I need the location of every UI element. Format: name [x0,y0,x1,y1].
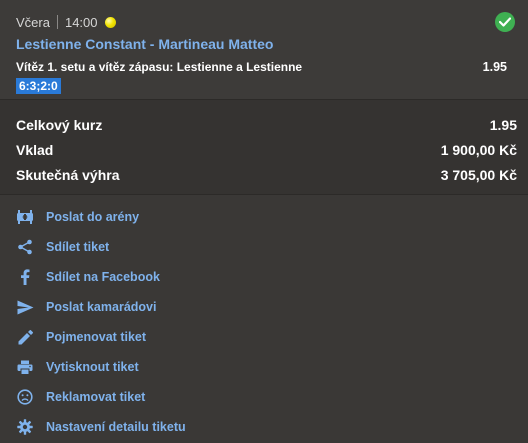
total-odds-value: 1.95 [489,117,517,133]
claim-ticket-action[interactable]: Reklamovat tiket [16,382,528,412]
send-icon [16,298,34,316]
claim-ticket-label: Reklamovat tiket [46,390,146,404]
tennis-ball-icon [104,16,116,28]
bet-time: 14:00 [64,14,98,30]
ticket-detail-settings-action[interactable]: Nastavení detailu tiketu [16,412,528,442]
bet-day: Včera [16,14,50,30]
send-to-arena-label: Poslat do arény [46,210,140,224]
ticket-actions: Poslat do arény Sdílet tiket Sdílet na F… [0,195,528,443]
stake-label: Vklad [16,142,54,158]
win-row: Skutečná výhra 3 705,00 Kč [16,167,517,192]
meta-divider [56,15,58,29]
share-ticket-label: Sdílet tiket [46,240,110,254]
bet-odd: 1.95 [482,60,507,74]
bet-item: Včera 14:00 Lestienne Constant - Martine… [0,0,528,100]
share-facebook-label: Sdílet na Facebook [46,270,160,284]
send-to-arena-action[interactable]: Poslat do arény [16,202,528,232]
print-ticket-action[interactable]: Vytisknout tiket [16,352,528,382]
gear-icon [16,418,34,436]
sad-face-icon [16,388,34,406]
match-link[interactable]: Lestienne Constant - Martineau Matteo [16,36,512,54]
win-label: Skutečná výhra [16,167,120,183]
pencil-icon [16,328,34,346]
send-to-friend-label: Poslat kamarádovi [46,300,157,314]
total-odds-label: Celkový kurz [16,117,103,133]
print-ticket-label: Vytisknout tiket [46,360,139,374]
ticket-detail-settings-label: Nastavení detailu tiketu [46,420,186,434]
rename-ticket-label: Pojmenovat tiket [46,330,147,344]
share-ticket-action[interactable]: Sdílet tiket [16,232,528,262]
stake-value: 1 900,00 Kč [440,142,517,158]
share-icon [16,238,34,256]
printer-icon [16,358,34,376]
score-badge: 6:3;2:0 [16,78,61,94]
bet-pick-row: Vítěz 1. setu a vítěz zápasu: Lestienne … [16,60,512,75]
send-to-friend-action[interactable]: Poslat kamarádovi [16,292,528,322]
check-icon [495,12,515,32]
arena-icon [16,208,34,226]
bet-meta: Včera 14:00 [16,13,512,31]
win-value: 3 705,00 Kč [440,167,517,183]
stake-row: Vklad 1 900,00 Kč [16,142,517,167]
total-odds-row: Celkový kurz 1.95 [16,117,517,142]
ticket-totals: Celkový kurz 1.95 Vklad 1 900,00 Kč Skut… [0,100,528,195]
facebook-icon [16,268,34,286]
share-facebook-action[interactable]: Sdílet na Facebook [16,262,528,292]
rename-ticket-action[interactable]: Pojmenovat tiket [16,322,528,352]
bet-pick: Vítěz 1. setu a vítěz zápasu: Lestienne … [16,60,303,74]
